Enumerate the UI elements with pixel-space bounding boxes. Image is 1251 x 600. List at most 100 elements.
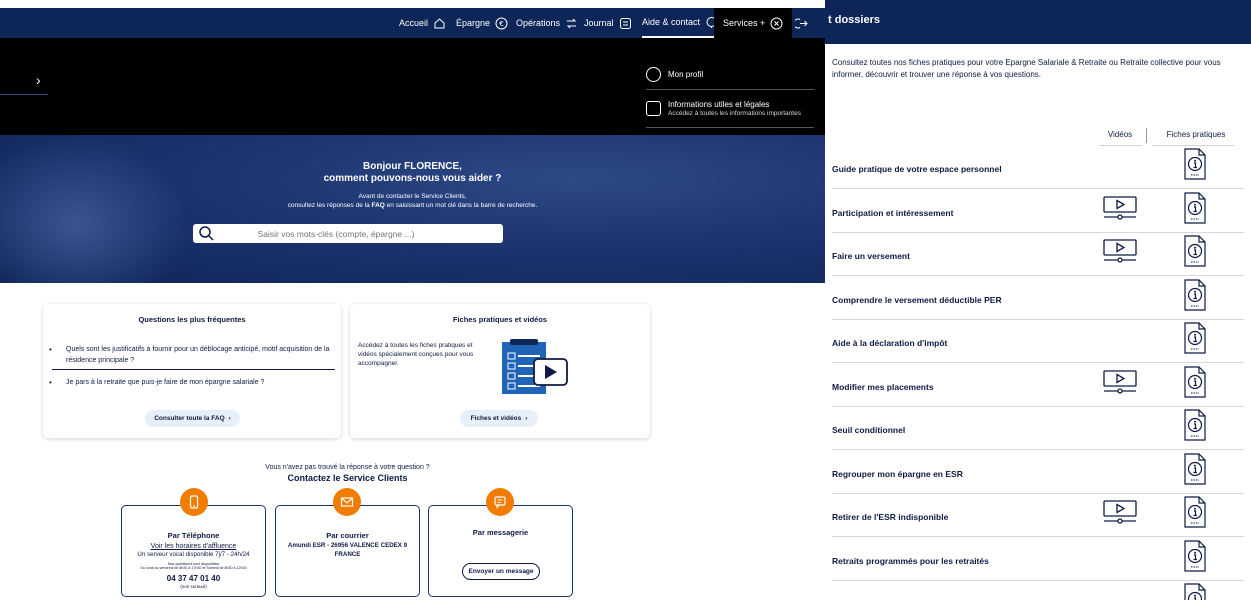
svg-text:€: € [499,20,503,28]
column-videos: Vidéos [1107,130,1133,139]
video-play-icon[interactable] [1102,195,1138,221]
fiches-videos-button[interactable]: Fiches et vidéos › [460,410,538,427]
hero-instructions: Avant de contacter le Service Clients, c… [60,192,765,210]
nav-label: Aide & contact [642,17,701,27]
faq-search-bar [193,224,503,243]
instruction-line-1: Avant de contacter le Service Clients, [358,193,467,200]
info-document-icon[interactable] [1182,278,1208,312]
dossier-label: Aide à la déclaration d'impôt [832,338,948,348]
hero-banner: Bonjour FLORENCE, comment pouvons-nous v… [0,135,825,283]
user-icon [646,67,661,82]
chevron-right-icon[interactable]: › [36,72,41,88]
nav-label: Accueil [399,18,429,28]
nav-aide-contact[interactable]: Aide & contact [642,8,719,38]
message-title: Par messagerie [472,528,529,537]
dossier-row[interactable]: Seuil conditionnel [832,407,1244,450]
mail-address-line-2: FRANCE [334,551,361,558]
nav-label: Journal [584,18,614,28]
dossier-row[interactable]: Faire un versement [832,233,1244,276]
chevron-right-icon: › [525,415,528,422]
menu-item-profile[interactable]: Mon profil [646,67,703,82]
dossier-row[interactable]: Aide à la déclaration d'impôt [832,320,1244,363]
nav-journal[interactable]: Journal [584,8,632,38]
column-fiches: Fiches pratiques [1166,130,1226,139]
menu-item-subtitle: Accédez à toutes les informations import… [668,110,801,117]
euro-icon: € [495,17,508,30]
nav-services[interactable]: Services + [714,8,793,38]
journal-icon [619,17,632,30]
contact-title: Contactez le Service Clients [287,473,408,483]
dossier-label: Seuil conditionnel [832,425,906,435]
dossier-row[interactable]: Comprendre le versement déductible PER [832,277,1244,320]
dossier-label: Faire un versement [832,251,910,261]
transfer-icon [565,17,578,30]
dossier-row[interactable]: Guide pratique de votre espace personnel [832,146,1244,189]
affluence-link[interactable]: Voir les horaires d'affluence [122,543,265,550]
instruction-line-2: consultez les réponses de la FAQ en sais… [60,201,765,210]
divider [0,94,48,95]
divider [646,127,814,128]
page: Accueil Épargne € Opérations Journal Aid… [0,0,1251,600]
fiches-dossiers-pane: t dossiers Consultez toutes nos fiches p… [825,0,1251,600]
info-document-icon[interactable] [1182,321,1208,355]
phone-note: (non surtaxé) [180,584,207,589]
menu-item-label: Mon profil [668,70,704,79]
video-play-icon[interactable] [1102,238,1138,264]
dossiers-header: t dossiers [825,0,1251,44]
nav-label: Opérations [516,18,561,28]
help-contact-pane: Accueil Épargne € Opérations Journal Aid… [0,0,825,600]
faq-link[interactable]: Je pars à la retraite que puis-je faire … [66,377,338,388]
dossiers-title: t dossiers [828,14,880,26]
info-document-icon[interactable] [1182,147,1208,181]
video-play-icon[interactable] [1102,369,1138,395]
dossier-label: Comprendre le versement déductible PER [832,294,1002,305]
logout-icon [795,17,808,30]
info-document-icon[interactable] [1182,452,1208,486]
info-document-icon[interactable] [1182,191,1208,225]
logout-button[interactable] [790,8,808,38]
message-icon [486,488,514,516]
info-document-icon[interactable] [1182,234,1208,268]
dossier-row[interactable]: Regrouper mon épargne en ESR [832,451,1244,494]
info-document-icon[interactable] [1182,365,1208,399]
phone-title: Par Téléphone [167,531,220,540]
faq-card-title: Questions les plus fréquentes [138,315,246,324]
nav-epargne[interactable]: Épargne € [456,8,508,38]
instruction-text: consultez les réponses de la [287,202,372,209]
dossier-row[interactable]: Modifier mes placements [832,364,1244,407]
column-separator [1146,128,1147,143]
search-icon [198,225,216,243]
menu-item-legal-info[interactable]: Informations utiles et légales Accédez à… [646,100,801,117]
info-document-icon[interactable] [1182,539,1208,573]
send-message-button[interactable]: Envoyer un message [462,563,540,580]
consult-faq-button[interactable]: Consulter toute la FAQ › [145,410,240,427]
button-label: Envoyer un message [468,568,534,575]
dossier-row[interactable]: Retraits programmés pour les retraités [832,538,1244,581]
nav-label: Services + [723,18,766,28]
operator-hours-line-2: Du lundi au vendredi de 8h30 à 17h30 et … [140,566,247,570]
services-menu-panel: › Mon profil Informations utiles et léga… [0,38,825,135]
button-label: Fiches et vidéos [470,415,522,422]
dossier-row[interactable]: Participation et intéressement [832,190,1244,233]
question-line: comment pouvons-nous vous aider ? [323,173,502,184]
info-document-icon[interactable] [1182,408,1208,442]
nav-accueil[interactable]: Accueil [399,8,446,38]
dossiers-intro: Consultez toutes nos fiches pratiques po… [832,58,1221,79]
nav-operations[interactable]: Opérations [516,8,578,38]
faq-link[interactable]: Quels sont les justificatifs à fournir p… [66,344,338,366]
info-document-icon[interactable] [1182,495,1208,529]
dossier-row[interactable]: Nouveau document d'informations clés [832,581,1244,600]
search-input[interactable] [216,228,456,239]
fiches-description: Accédez à toutes les fiches pratiques et… [358,342,474,367]
home-icon [433,17,446,30]
menu-item-text: Informations utiles et légales Accédez à… [668,100,801,117]
dossier-row[interactable]: Retirer de l'ESR indisponible [832,494,1244,537]
faq-link-underline [52,369,335,370]
dossier-label: Guide pratique de votre espace personnel [832,164,1002,174]
bullet: • [49,345,52,354]
info-document-icon[interactable] [1182,582,1208,600]
phone-number: 04 37 47 01 40 [166,574,221,583]
video-play-icon[interactable] [1102,499,1138,525]
instruction-text: en saisissant un mot clé dans la barre d… [384,202,538,209]
contact-card-phone: Par Téléphone Voir les horaires d'afflue… [121,505,266,597]
